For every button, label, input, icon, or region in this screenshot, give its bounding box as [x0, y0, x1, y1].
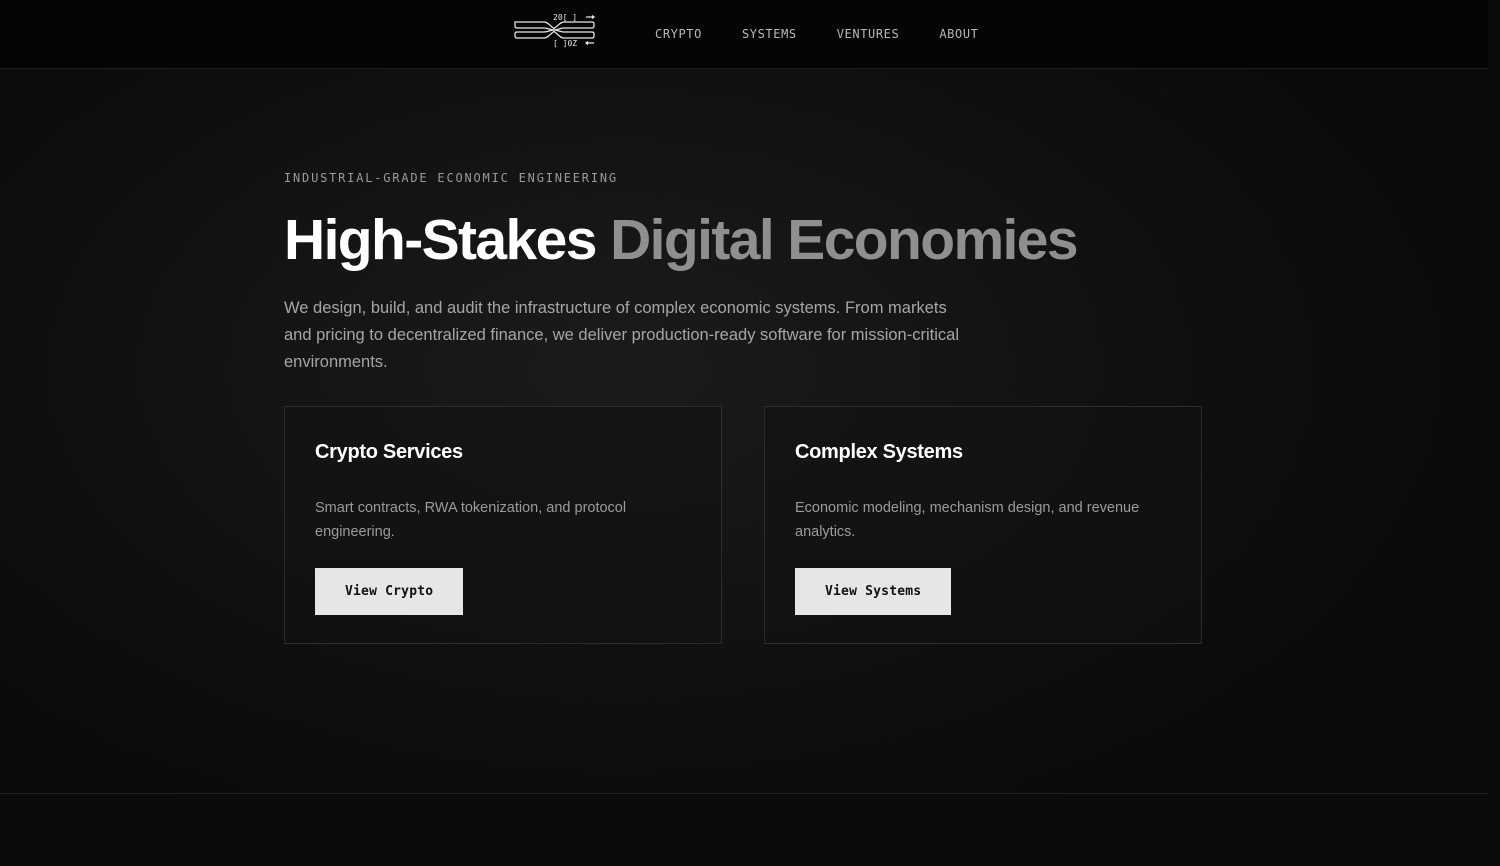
logo-mark-icon: 20[ ] [ ]0Z [514, 13, 596, 48]
svg-text:20[ ]: 20[ ] [553, 13, 577, 22]
card-description: Economic modeling, mechanism design, and… [795, 500, 1140, 540]
card-crypto-services: Crypto Services Smart contracts, RWA tok… [284, 406, 722, 644]
headline-muted: Digital Economies [610, 208, 1079, 272]
next-section-edge [0, 793, 1488, 866]
brand-logo[interactable]: 20[ ] [ ]0Z [512, 12, 596, 48]
hero-lede: We design, build, and audit the infrastr… [284, 299, 959, 371]
view-crypto-button[interactable]: View Crypto [315, 568, 464, 615]
nav-link-crypto[interactable]: CRYPTO [655, 26, 702, 42]
nav-links: CRYPTO SYSTEMS VENTURES ABOUT [655, 26, 978, 42]
view-systems-button[interactable]: View Systems [795, 568, 952, 615]
card-complex-systems: Complex Systems Economic modeling, mecha… [764, 406, 1202, 644]
hero-section: INDUSTRIAL-GRADE ECONOMIC ENGINEERING Hi… [0, 69, 1488, 793]
card-title: Crypto Services [315, 441, 463, 463]
page: 20[ ] [ ]0Z CRYPTO SYSTEMS VENTURES ABOU… [0, 0, 1500, 866]
nav-link-about[interactable]: ABOUT [939, 26, 978, 42]
scrollbar[interactable] [1488, 0, 1500, 866]
hero-headline: High-Stakes Digital Economies [284, 205, 1079, 275]
headline-strong: High-Stakes [284, 208, 597, 272]
card-description: Smart contracts, RWA tokenization, and p… [315, 500, 627, 540]
nav-link-ventures[interactable]: VENTURES [837, 26, 900, 42]
nav-link-systems[interactable]: SYSTEMS [742, 26, 797, 42]
top-nav: 20[ ] [ ]0Z CRYPTO SYSTEMS VENTURES ABOU… [0, 0, 1488, 69]
card-title: Complex Systems [795, 441, 963, 463]
svg-text:[ ]0Z: [ ]0Z [553, 39, 577, 48]
hero-eyebrow: INDUSTRIAL-GRADE ECONOMIC ENGINEERING [284, 171, 618, 185]
